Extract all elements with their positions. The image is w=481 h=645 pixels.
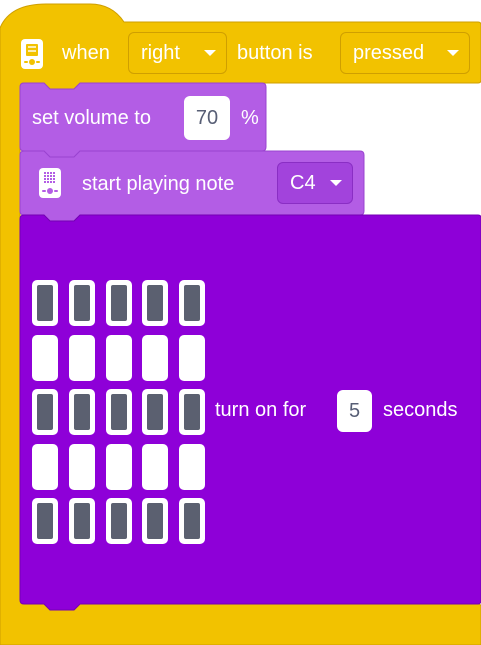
matrix-pixel-r3-c2[interactable] — [68, 389, 95, 435]
set-volume-label: set volume to — [32, 107, 151, 129]
matrix-pixel-r5-c2[interactable] — [68, 498, 95, 544]
matrix-pixel-r2-c2[interactable] — [68, 334, 95, 381]
button-state-value: pressed — [353, 41, 425, 64]
code-canvas: when right button is pressed set volume … — [0, 0, 481, 645]
pixel-lit-indicator — [73, 394, 90, 430]
matrix-pixel-r4-c4[interactable] — [142, 443, 169, 490]
matrix-pixel-r1-c2[interactable] — [68, 280, 95, 326]
note-value: C4 — [290, 171, 316, 194]
pixel-lit-indicator — [110, 394, 127, 430]
pixel-lit-indicator — [73, 285, 90, 321]
pixel-lit-indicator — [184, 285, 200, 321]
button-state-dropdown[interactable]: pressed — [340, 32, 470, 74]
note-dropdown[interactable]: C4 — [277, 162, 353, 204]
matrix-pixel-r4-c1[interactable] — [32, 443, 58, 490]
volume-input[interactable]: 70 — [184, 96, 230, 140]
pixel-lit-indicator — [37, 503, 53, 539]
matrix-pixel-r4-c5[interactable] — [179, 443, 205, 490]
chevron-down-icon — [447, 50, 459, 56]
matrix-pixel-r2-c4[interactable] — [142, 334, 169, 381]
matrix-pixel-r5-c4[interactable] — [142, 498, 169, 544]
matrix-pixel-r3-c1[interactable] — [32, 389, 58, 435]
button-side-dropdown[interactable]: right — [128, 32, 227, 74]
matrix-pixel-r3-c5[interactable] — [179, 389, 205, 435]
hub-light-matrix-icon — [38, 167, 62, 199]
pixel-lit-indicator — [110, 285, 127, 321]
matrix-pixel-r2-c1[interactable] — [32, 334, 58, 381]
pixel-lit-indicator — [147, 285, 164, 321]
matrix-pixel-r1-c3[interactable] — [105, 280, 132, 326]
matrix-pixel-r5-c3[interactable] — [105, 498, 132, 544]
button-side-value: right — [141, 41, 180, 64]
button-is-label: button is — [237, 42, 313, 64]
when-label: when — [62, 42, 110, 64]
chevron-down-icon — [204, 50, 216, 56]
pixel-lit-indicator — [184, 394, 200, 430]
pixel-lit-indicator — [147, 503, 164, 539]
turn-on-for-label: turn on for — [215, 399, 307, 421]
matrix-pixel-r5-c5[interactable] — [179, 498, 205, 544]
volume-percent-label: % — [241, 107, 259, 129]
matrix-pixel-r3-c4[interactable] — [142, 389, 169, 435]
matrix-pixel-r5-c1[interactable] — [32, 498, 58, 544]
seconds-label: seconds — [383, 399, 458, 421]
chevron-down-icon — [330, 180, 342, 186]
matrix-pixel-r4-c2[interactable] — [68, 443, 95, 490]
pixel-lit-indicator — [184, 503, 200, 539]
pixel-lit-indicator — [37, 394, 53, 430]
matrix-pixel-r1-c4[interactable] — [142, 280, 169, 326]
pixel-lit-indicator — [37, 285, 53, 321]
matrix-pixel-r3-c3[interactable] — [105, 389, 132, 435]
pixel-lit-indicator — [73, 503, 90, 539]
matrix-pixel-r1-c1[interactable] — [32, 280, 58, 326]
matrix-pixel-r1-c5[interactable] — [179, 280, 205, 326]
hub-button-icon — [20, 38, 44, 70]
start-playing-note-label: start playing note — [82, 173, 235, 195]
duration-input[interactable]: 5 — [337, 390, 372, 432]
pixel-lit-indicator — [110, 503, 127, 539]
pixel-lit-indicator — [147, 394, 164, 430]
matrix-pixel-r4-c3[interactable] — [105, 443, 132, 490]
matrix-pixel-r2-c3[interactable] — [105, 334, 132, 381]
matrix-pixel-r2-c5[interactable] — [179, 334, 205, 381]
